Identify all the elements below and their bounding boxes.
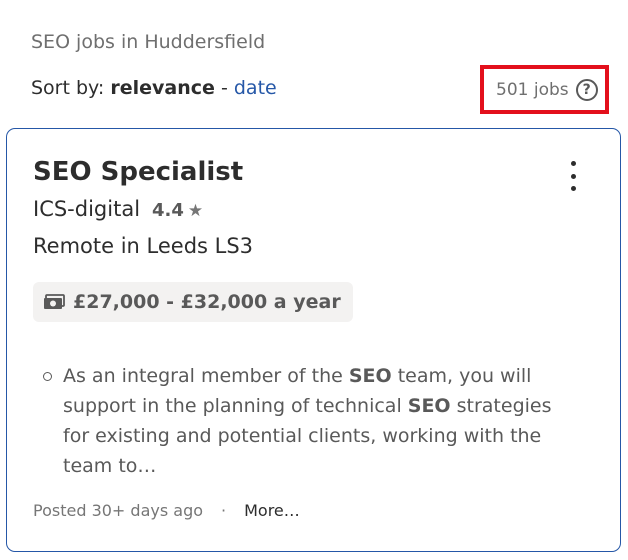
snippet-item: As an integral member of the SEO team, y… [43, 361, 583, 481]
sort-by-date-link[interactable]: date [234, 77, 277, 99]
job-count-text: 501 jobs [496, 80, 569, 100]
kebab-dot [570, 186, 576, 191]
footer-separator: · [221, 501, 227, 520]
search-heading: SEO jobs in Huddersfield [31, 31, 266, 53]
question-circle-icon[interactable]: ? [575, 79, 598, 101]
posted-date: Posted 30+ days ago [33, 501, 204, 520]
sort-controls: Sort by: relevance - date [31, 77, 277, 99]
bullet-icon [43, 372, 52, 381]
company-rating: 4.4 [152, 200, 184, 221]
snippet-keyword-2: SEO [407, 395, 451, 417]
sort-label: Sort by: [31, 77, 105, 99]
snippet-text-1: As an integral member of the [63, 365, 349, 387]
company-info: ICS-digital 4.4 ★ [33, 197, 203, 221]
job-location: Remote in Leeds LS3 [33, 234, 254, 258]
salary-chip: £27,000 - £32,000 a year [33, 282, 353, 322]
kebab-menu-icon[interactable] [563, 161, 583, 191]
kebab-dot [570, 161, 576, 166]
job-footer: Posted 30+ days ago · More… [33, 501, 300, 520]
job-snippet: As an integral member of the SEO team, y… [43, 361, 583, 481]
job-card[interactable]: SEO Specialist ICS-digital 4.4 ★ Remote … [6, 128, 621, 552]
star-icon: ★ [187, 201, 204, 221]
salary-text: £27,000 - £32,000 a year [73, 291, 341, 313]
sort-separator: - [220, 77, 228, 99]
job-search-page: SEO jobs in Huddersfield Sort by: releva… [0, 0, 628, 560]
more-link[interactable]: More… [244, 501, 300, 520]
sort-relevance: relevance [110, 77, 215, 99]
money-icon [44, 294, 65, 309]
kebab-dot [570, 173, 576, 179]
company-name: ICS-digital [33, 197, 141, 221]
snippet-keyword-1: SEO [348, 365, 392, 387]
job-title[interactable]: SEO Specialist [33, 157, 243, 187]
job-count: 501 jobs ? [496, 79, 598, 101]
